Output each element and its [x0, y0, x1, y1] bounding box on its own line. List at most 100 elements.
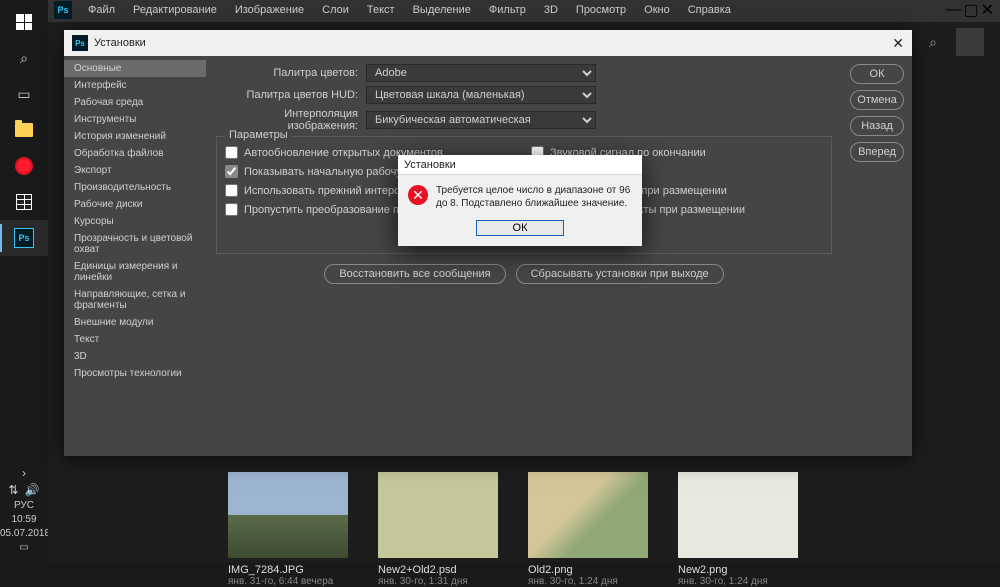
reset-warnings-button[interactable]: Восстановить все сообщения	[324, 264, 505, 284]
alert-dialog: Установки ✕ Требуется целое число в диап…	[398, 155, 642, 246]
language-indicator[interactable]: РУС	[0, 500, 48, 511]
thumbnail-item[interactable]: Old2.png янв. 30-го, 1:24 дня	[528, 472, 648, 587]
windows-taskbar: ⌕ ▭ Ps › ⇅ 🔊 РУС 10:59 05.07.2018 ▭	[0, 0, 48, 562]
sidebar-item-scratchdisks[interactable]: Рабочие диски	[64, 196, 206, 213]
hud-picker-label: Палитра цветов HUD:	[216, 89, 366, 101]
alert-title: Установки	[398, 155, 642, 175]
search-icon: ⌕	[929, 34, 937, 51]
thumbnail-item[interactable]: New2+Old2.psd янв. 30-го, 1:31 дня	[378, 472, 498, 587]
ok-button[interactable]: ОК	[850, 64, 904, 84]
sidebar-item-plugins[interactable]: Внешние модули	[64, 314, 206, 331]
volume-icon[interactable]: 🔊	[25, 483, 40, 497]
menu-bar: Ps Файл Редактирование Изображение Слои …	[48, 0, 1000, 20]
opera-taskbar[interactable]	[0, 148, 48, 184]
search-taskbar[interactable]: ⌕	[0, 40, 48, 76]
maximize-button[interactable]: ▢	[963, 0, 978, 20]
thumbnail-preview	[678, 472, 798, 558]
sidebar-item-3d[interactable]: 3D	[64, 348, 206, 365]
sidebar-item-workspace[interactable]: Рабочая среда	[64, 94, 206, 111]
close-icon[interactable]: ✕	[892, 35, 904, 52]
interpolation-select[interactable]: Бикубическая автоматическая	[366, 111, 596, 129]
preferences-sidebar: Основные Интерфейс Рабочая среда Инструм…	[64, 56, 206, 456]
explorer-taskbar[interactable]	[0, 112, 48, 148]
thumbnail-name: Old2.png	[528, 564, 648, 576]
thumbnail-date: янв. 30-го, 1:31 дня	[378, 576, 498, 587]
color-picker-select[interactable]: Adobe	[366, 64, 596, 82]
sidebar-item-cursors[interactable]: Курсоры	[64, 213, 206, 230]
thumbnail-item[interactable]: IMG_7284.JPG янв. 31-го, 6:44 вечера	[228, 472, 348, 587]
sidebar-item-general[interactable]: Основные	[64, 60, 206, 77]
thumbnail-preview	[378, 472, 498, 558]
start-button[interactable]	[0, 4, 48, 40]
thumbnail-item[interactable]: New2.png янв. 30-го, 1:24 дня	[678, 472, 798, 587]
dialog-title: Установки	[94, 37, 146, 49]
thumbnail-date: янв. 30-го, 1:24 дня	[528, 576, 648, 587]
alert-ok-button[interactable]: ОК	[476, 220, 564, 236]
photoshop-logo: Ps	[54, 1, 72, 19]
sidebar-item-units[interactable]: Единицы измерения и линейки	[64, 258, 206, 286]
menu-view[interactable]: Просмотр	[568, 2, 634, 18]
dialog-titlebar: Ps Установки ✕	[64, 30, 912, 56]
sidebar-item-history[interactable]: История изменений	[64, 128, 206, 145]
preferences-main: Палитра цветов: Adobe Палитра цветов HUD…	[206, 56, 842, 456]
chk-legacy[interactable]	[225, 184, 238, 197]
error-icon: ✕	[408, 185, 428, 205]
chk-skiptransform[interactable]	[225, 203, 238, 216]
sidebar-item-transparency[interactable]: Прозрачность и цветовой охват	[64, 230, 206, 258]
menu-edit[interactable]: Редактирование	[125, 2, 225, 18]
recent-thumbnails: IMG_7284.JPG янв. 31-го, 6:44 вечера New…	[228, 472, 980, 587]
sidebar-item-tools[interactable]: Инструменты	[64, 111, 206, 128]
menu-window[interactable]: Окно	[636, 2, 678, 18]
menu-help[interactable]: Справка	[680, 2, 739, 18]
color-picker-label: Палитра цветов:	[216, 67, 366, 79]
thumbnail-name: New2+Old2.psd	[378, 564, 498, 576]
search-icon: ⌕	[20, 50, 28, 67]
prev-button[interactable]: Назад	[850, 116, 904, 136]
network-icon[interactable]: ⇅	[8, 483, 18, 497]
thumbnail-name: IMG_7284.JPG	[228, 564, 348, 576]
clock-date: 05.07.2018	[0, 528, 48, 539]
alert-message: Требуется целое число в диапазоне от 96 …	[436, 185, 632, 210]
sidebar-item-interface[interactable]: Интерфейс	[64, 77, 206, 94]
close-button[interactable]: ✕	[981, 0, 994, 20]
notifications-icon[interactable]: ▭	[0, 542, 48, 553]
sidebar-item-techpreviews[interactable]: Просмотры технологии	[64, 365, 206, 382]
taskview-button[interactable]: ▭	[0, 76, 48, 112]
chk-label: Использовать прежний интерфей	[244, 185, 415, 197]
sidebar-item-performance[interactable]: Производительность	[64, 179, 206, 196]
thumbnail-preview	[528, 472, 648, 558]
photoshop-icon: Ps	[14, 228, 34, 248]
menu-text[interactable]: Текст	[359, 2, 403, 18]
menu-image[interactable]: Изображение	[227, 2, 312, 18]
menu-select[interactable]: Выделение	[405, 2, 479, 18]
reset-on-quit-button[interactable]: Сбрасывать установки при выходе	[516, 264, 724, 284]
calculator-taskbar[interactable]	[0, 184, 48, 220]
search-button[interactable]: ⌕	[922, 31, 944, 53]
menu-file[interactable]: Файл	[80, 2, 123, 18]
chk-label: Показывать начальную рабочую	[244, 166, 410, 178]
clock-time[interactable]: 10:59	[0, 514, 48, 525]
sidebar-item-export[interactable]: Экспорт	[64, 162, 206, 179]
chevron-up-icon[interactable]: ›	[22, 466, 26, 480]
next-button[interactable]: Вперед	[850, 142, 904, 162]
photoshop-taskbar[interactable]: Ps	[0, 220, 48, 256]
menu-3d[interactable]: 3D	[536, 2, 566, 18]
menu-filter[interactable]: Фильтр	[481, 2, 534, 18]
chk-autoupdate[interactable]	[225, 146, 238, 159]
photoshop-icon: Ps	[72, 35, 88, 51]
menu-layers[interactable]: Слои	[314, 2, 357, 18]
hud-picker-select[interactable]: Цветовая шкала (маленькая)	[366, 86, 596, 104]
windows-icon	[16, 14, 32, 30]
sidebar-item-guides[interactable]: Направляющие, сетка и фрагменты	[64, 286, 206, 314]
options-legend: Параметры	[225, 129, 292, 141]
cancel-button[interactable]: Отмена	[850, 90, 904, 110]
chk-startscreen[interactable]	[225, 165, 238, 178]
sidebar-item-type[interactable]: Текст	[64, 331, 206, 348]
sidebar-item-filehandling[interactable]: Обработка файлов	[64, 145, 206, 162]
system-tray: › ⇅ 🔊 РУС 10:59 05.07.2018 ▭	[0, 457, 48, 562]
opera-icon	[15, 157, 33, 175]
thumbnail-date: янв. 31-го, 6:44 вечера	[228, 576, 348, 587]
minimize-button[interactable]: —	[945, 1, 961, 19]
user-avatar[interactable]	[956, 28, 984, 56]
dialog-buttons: ОК Отмена Назад Вперед	[842, 56, 912, 456]
